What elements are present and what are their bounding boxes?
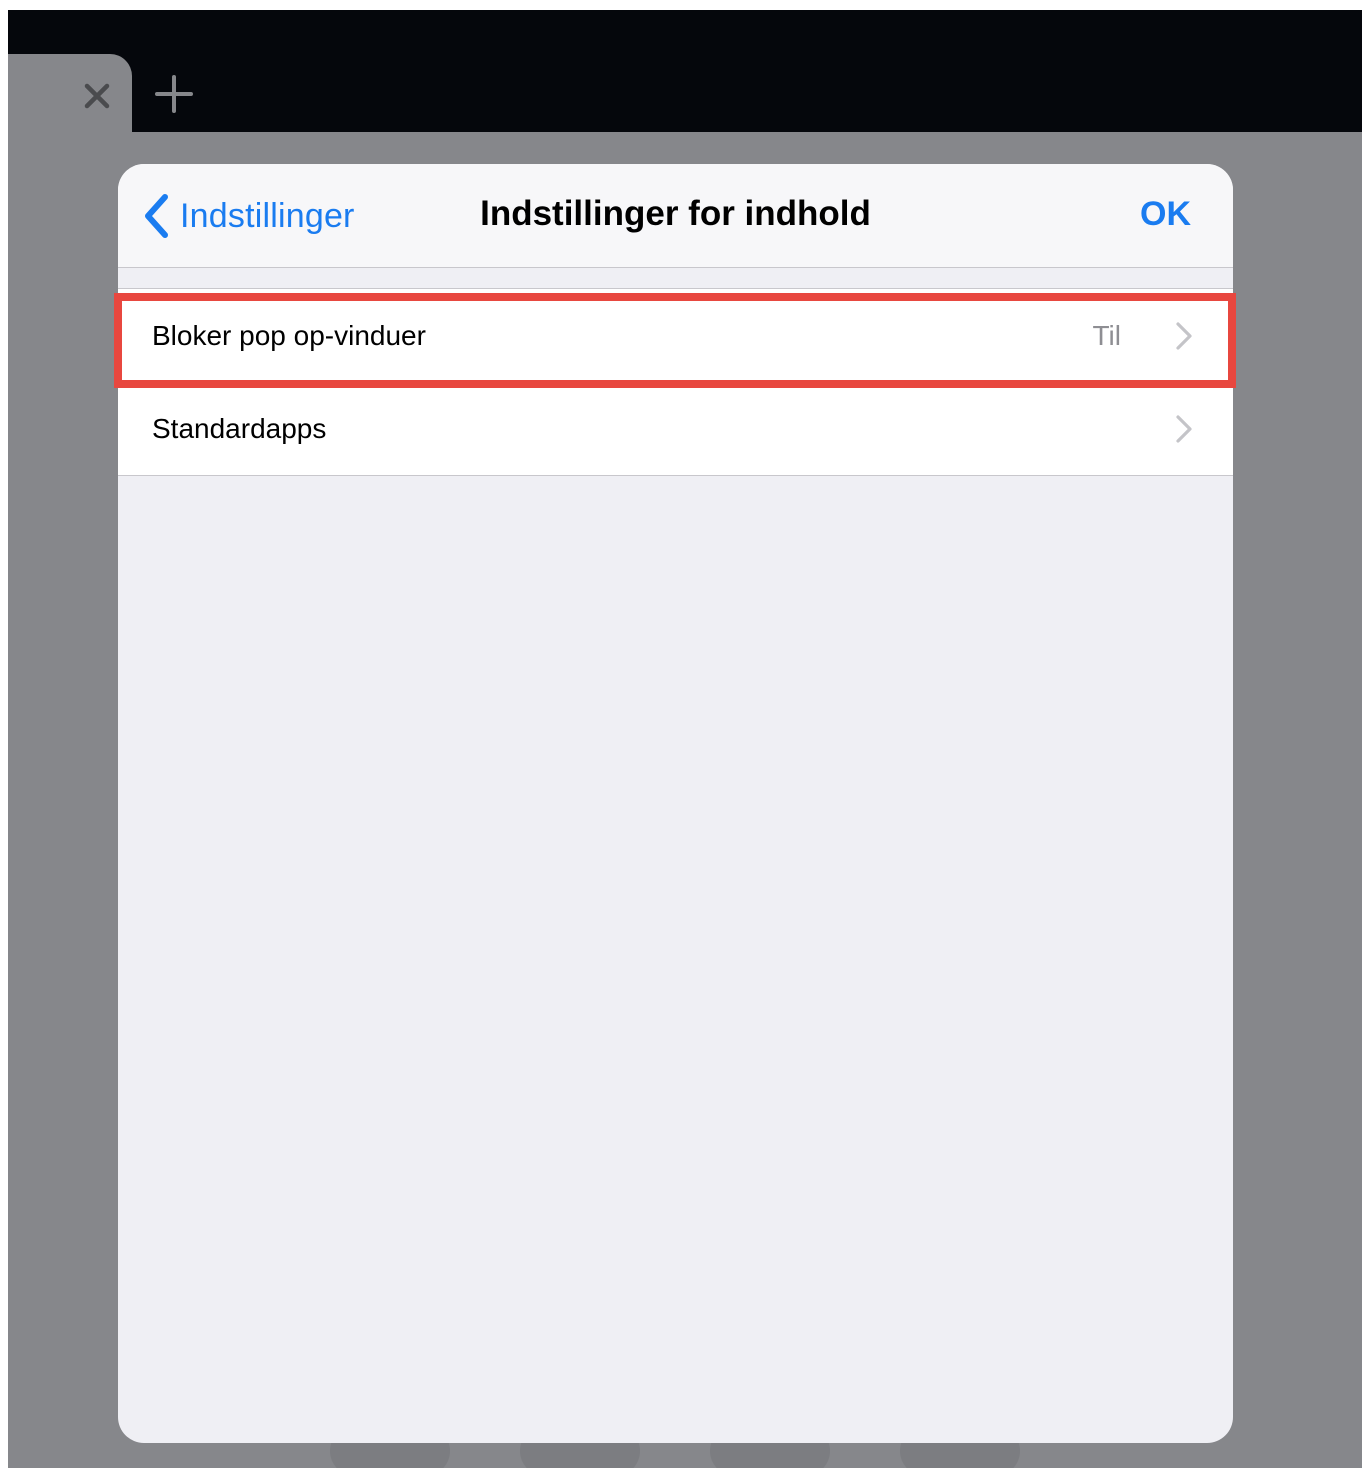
done-button[interactable]: OK [1140, 195, 1191, 234]
list-item-value: Til [1092, 319, 1121, 351]
list-item-label: Bloker pop op-vinduer [152, 319, 426, 351]
browser-tab-bar [8, 10, 1362, 132]
screen: Indstillinger Indstillinger for indhold … [8, 10, 1362, 1468]
list-item-label: Standardapps [152, 412, 327, 444]
list-item-default-apps[interactable]: Standardapps [118, 382, 1233, 475]
chevron-left-icon [142, 192, 174, 240]
back-button-label: Indstillinger [180, 196, 355, 235]
content-settings-modal: Indstillinger Indstillinger for indhold … [118, 164, 1233, 1443]
plus-icon[interactable] [154, 74, 194, 114]
settings-list: Bloker pop op-vinduer Til Standardapps [118, 288, 1233, 476]
chevron-right-icon [1175, 414, 1193, 444]
chevron-right-icon [1175, 321, 1193, 351]
back-button[interactable]: Indstillinger [142, 188, 355, 244]
close-icon[interactable] [80, 79, 114, 113]
navigation-bar: Indstillinger Indstillinger for indhold … [118, 164, 1233, 268]
list-item-block-popups[interactable]: Bloker pop op-vinduer Til [118, 289, 1233, 382]
